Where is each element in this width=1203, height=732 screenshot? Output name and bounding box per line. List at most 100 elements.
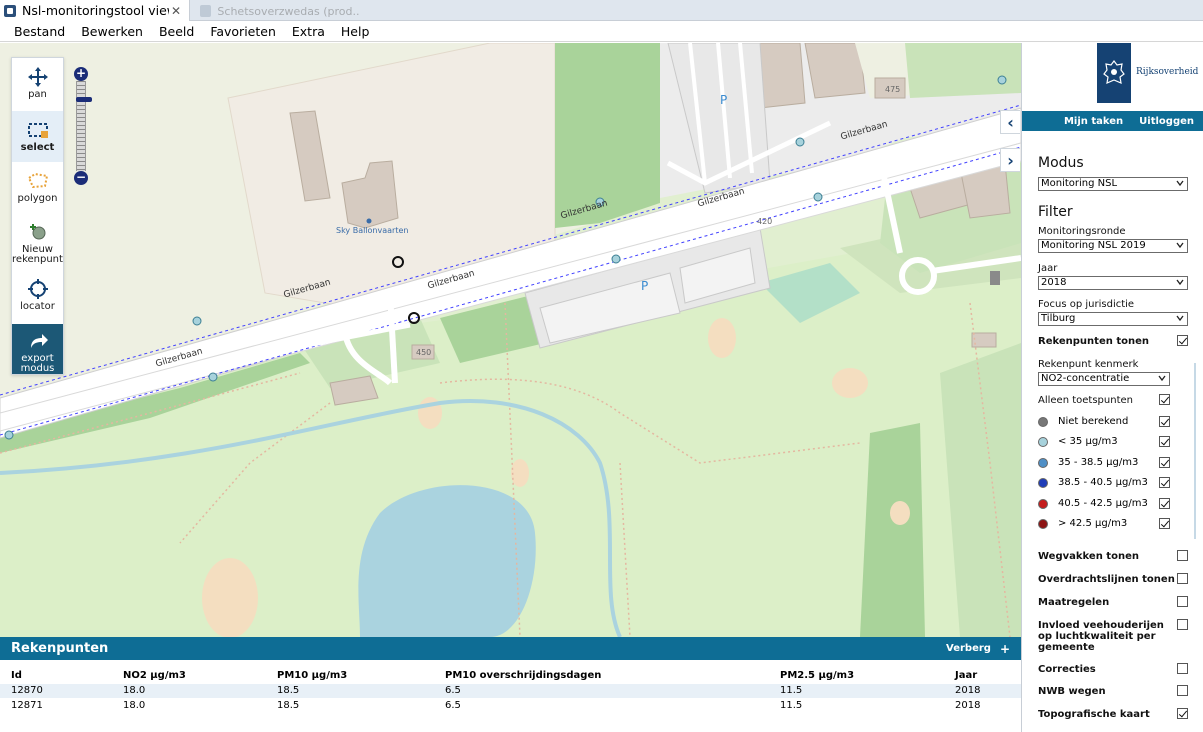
- column-header[interactable]: Id: [11, 670, 22, 681]
- table-row[interactable]: 12871 18.0 18.5 6.5 11.5 2018: [0, 699, 1021, 713]
- cell: 12870: [11, 685, 43, 696]
- layer-checkbox[interactable]: [1177, 550, 1188, 561]
- nav-logout[interactable]: Uitloggen: [1139, 116, 1194, 127]
- crest-icon: [1103, 60, 1125, 84]
- ronde-label: Monitoringsronde: [1038, 226, 1126, 237]
- kenmerk-label: Rekenpunt kenmerk: [1038, 359, 1139, 370]
- map-toolbar: pan select polygon Nieuw rekenpunt locat…: [11, 57, 64, 375]
- polygon-icon: [27, 170, 49, 192]
- menu-bar: Bestand Bewerken Beeld Favorieten Extra …: [0, 21, 1203, 42]
- zoom-out-button[interactable]: −: [74, 171, 88, 185]
- legend-dot: [1038, 417, 1048, 427]
- crosshair-icon: [27, 278, 49, 300]
- menu-bewerken[interactable]: Bewerken: [73, 24, 151, 39]
- toetspunten-checkbox[interactable]: [1159, 394, 1170, 405]
- menu-extra[interactable]: Extra: [284, 24, 333, 39]
- legend-dot: [1038, 458, 1048, 468]
- cell: 12871: [11, 700, 43, 711]
- layer-checkbox[interactable]: [1177, 708, 1188, 719]
- menu-bestand[interactable]: Bestand: [6, 24, 73, 39]
- layer-checkbox[interactable]: [1177, 685, 1188, 696]
- tool-export[interactable]: export modus: [12, 324, 63, 374]
- layer-checkbox[interactable]: [1177, 573, 1188, 584]
- app-favicon-icon: [4, 4, 16, 17]
- chevron-down-icon: [1176, 180, 1184, 187]
- legend-row: < 35 μg/m3: [1038, 435, 1188, 449]
- results-panel: Rekenpunten Verberg + Id NO2 μg/m3 PM10 …: [0, 637, 1021, 732]
- expand-panel-button[interactable]: ›: [1000, 148, 1020, 172]
- legend-row: 38.5 - 40.5 μg/m3: [1038, 476, 1188, 490]
- column-header[interactable]: PM2.5 μg/m3: [780, 670, 854, 681]
- browser-tab-inactive[interactable]: Schetsoverzwedas (prod...): [200, 3, 360, 19]
- kenmerk-select[interactable]: NO2-concentratie: [1038, 372, 1170, 386]
- nav-my-tasks[interactable]: Mijn taken: [1064, 116, 1123, 127]
- close-icon[interactable]: ✕: [169, 4, 183, 18]
- parking-label: P: [720, 93, 728, 107]
- hide-results-button[interactable]: Verberg: [946, 643, 991, 654]
- side-panel: Rijksoverheid Mijn taken Uitloggen Modus…: [1021, 43, 1203, 732]
- tab-favicon-icon: [200, 5, 212, 17]
- chevron-down-icon: [1176, 315, 1184, 322]
- legend-checkbox[interactable]: [1159, 436, 1170, 447]
- select-value: Tilburg: [1041, 313, 1076, 324]
- select-rectangle-icon: [27, 119, 49, 141]
- zoom-track[interactable]: [76, 81, 92, 171]
- filter-heading: Filter: [1038, 204, 1073, 220]
- column-header[interactable]: PM10 μg/m3: [277, 670, 347, 681]
- modus-select[interactable]: Monitoring NSL: [1038, 177, 1188, 191]
- cell: 6.5: [445, 685, 461, 696]
- focus-select[interactable]: Tilburg: [1038, 312, 1188, 326]
- column-header[interactable]: PM10 overschrijdingsdagen: [445, 670, 601, 681]
- layer-label: Maatregelen: [1038, 597, 1110, 608]
- legend-label: 35 - 38.5 μg/m3: [1058, 457, 1139, 468]
- table-row[interactable]: 12870 18.0 18.5 6.5 11.5 2018: [0, 684, 1021, 698]
- legend-label: > 42.5 μg/m3: [1058, 518, 1128, 529]
- legend-dot: [1038, 437, 1048, 447]
- cell: 2018: [955, 700, 981, 711]
- layer-label: Wegvakken tonen: [1038, 551, 1139, 562]
- layer-checkbox[interactable]: [1177, 596, 1188, 607]
- legend-checkbox[interactable]: [1159, 457, 1170, 468]
- tool-new-point[interactable]: Nieuw rekenpunt: [12, 221, 63, 271]
- legend-row: Niet berekend: [1038, 415, 1188, 429]
- legend-checkbox[interactable]: [1159, 416, 1170, 427]
- collapse-panel-button[interactable]: ‹: [1000, 110, 1020, 134]
- chevron-down-icon: [1176, 242, 1184, 249]
- ronde-select[interactable]: Monitoring NSL 2019: [1038, 239, 1188, 253]
- column-header[interactable]: NO2 μg/m3: [123, 670, 186, 681]
- tool-locator[interactable]: locator: [12, 278, 63, 322]
- column-header[interactable]: Jaar: [955, 670, 977, 681]
- menu-help[interactable]: Help: [333, 24, 378, 39]
- menu-beeld[interactable]: Beeld: [151, 24, 202, 39]
- layer-checkbox[interactable]: [1177, 619, 1188, 630]
- zoom-in-button[interactable]: +: [74, 67, 88, 81]
- rekenpunten-checkbox[interactable]: [1177, 335, 1188, 346]
- layer-checkbox[interactable]: [1177, 663, 1188, 674]
- zoom-slider[interactable]: + −: [74, 67, 92, 185]
- chevron-down-icon: [1158, 375, 1166, 382]
- new-point-icon: [27, 221, 49, 243]
- tool-label: select: [20, 142, 55, 153]
- results-header: Rekenpunten Verberg +: [0, 637, 1021, 660]
- tool-polygon[interactable]: polygon: [12, 170, 63, 216]
- legend-checkbox[interactable]: [1159, 518, 1170, 529]
- layer-label: Invloed veehouderijen op luchtkwaliteit …: [1038, 620, 1164, 653]
- legend-checkbox[interactable]: [1159, 498, 1170, 509]
- tool-label: polygon: [17, 193, 58, 204]
- layer-label: Correcties: [1038, 664, 1096, 675]
- rekenpunten-toggle-label: Rekenpunten tonen: [1038, 336, 1149, 347]
- toetspunten-label: Alleen toetspunten: [1038, 395, 1133, 406]
- tool-select[interactable]: select: [12, 111, 63, 162]
- tool-pan[interactable]: pan: [12, 66, 63, 114]
- map-canvas[interactable]: Gilzerbaan Gilzerbaan Gilzerbaan Gilzerb…: [0, 43, 1021, 637]
- jaar-label: Jaar: [1038, 263, 1058, 274]
- jaar-select[interactable]: 2018: [1038, 276, 1188, 290]
- zoom-thumb[interactable]: [76, 97, 92, 102]
- add-results-button[interactable]: +: [1000, 642, 1010, 656]
- browser-tab-active[interactable]: Nsl-monitoringstool viewer ✕: [0, 0, 190, 21]
- panel-top-bar: Mijn taken Uitloggen: [1022, 111, 1203, 131]
- menu-favorieten[interactable]: Favorieten: [202, 24, 284, 39]
- tab-title: Nsl-monitoringstool viewer: [22, 3, 169, 18]
- cell: 2018: [955, 685, 981, 696]
- legend-checkbox[interactable]: [1159, 477, 1170, 488]
